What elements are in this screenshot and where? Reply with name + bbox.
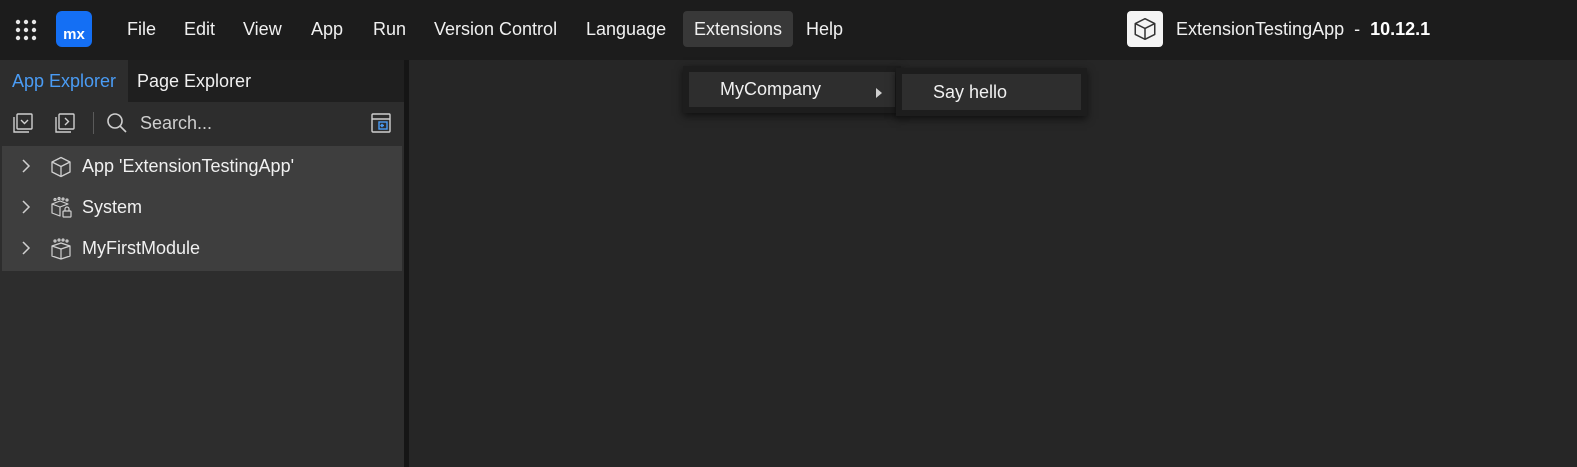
tab-page-explorer[interactable]: Page Explorer [125, 60, 263, 102]
tree-item-myfirstmodule[interactable]: MyFirstModule [2, 228, 402, 269]
app-explorer-panel: App Explorer Page Explorer Search... App… [0, 60, 404, 467]
mendix-logo: mx [56, 11, 92, 47]
tree-item-app[interactable]: App 'ExtensionTestingApp' [2, 146, 402, 187]
explorer-tabs: App Explorer Page Explorer [0, 60, 404, 102]
module-icon [49, 237, 73, 261]
system-module-icon [49, 196, 73, 220]
menu-view[interactable]: View [232, 11, 293, 47]
app-name: ExtensionTestingApp [1176, 18, 1345, 39]
menu-edit[interactable]: Edit [173, 11, 226, 47]
toolbar-divider [93, 112, 94, 134]
app-launcher-grid-icon[interactable] [15, 19, 37, 41]
menu-version-control[interactable]: Version Control [423, 11, 568, 47]
submenu-arrow-icon [875, 85, 883, 98]
app-cube-icon[interactable] [1127, 11, 1163, 47]
menu-item-say-hello[interactable]: Say hello [902, 74, 1081, 110]
collapse-all-icon[interactable] [12, 112, 34, 134]
mycompany-submenu: Say hello [896, 68, 1087, 116]
extensions-dropdown: MyCompany [683, 66, 901, 113]
menu-extensions[interactable]: Extensions [683, 11, 794, 47]
menu-run[interactable]: Run [362, 11, 417, 47]
app-title: ExtensionTestingApp - 10.12.1 [1127, 11, 1430, 47]
explorer-toolbar [0, 102, 404, 144]
menu-help[interactable]: Help [795, 11, 854, 47]
top-bar: mx File Edit View App Run Version Contro… [0, 0, 1577, 60]
chevron-right-icon[interactable] [19, 158, 33, 174]
menu-app[interactable]: App [300, 11, 354, 47]
search-input[interactable] [140, 110, 360, 136]
title-separator: - [1354, 18, 1361, 39]
menu-language[interactable]: Language [575, 11, 677, 47]
search-icon [106, 112, 128, 134]
menu-item-mycompany[interactable]: MyCompany [689, 72, 895, 107]
tree-item-label: App 'ExtensionTestingApp' [82, 156, 295, 176]
panel-splitter[interactable] [404, 60, 409, 467]
tree-item-label: System [82, 197, 143, 217]
tree-item-label: MyFirstModule [82, 238, 201, 258]
chevron-right-icon[interactable] [19, 199, 33, 215]
menu-item-label: MyCompany [720, 79, 822, 99]
tab-app-explorer[interactable]: App Explorer [0, 60, 129, 102]
menu-file[interactable]: File [116, 11, 167, 47]
chevron-right-icon[interactable] [19, 240, 33, 256]
select-in-explorer-icon[interactable] [370, 112, 392, 134]
explorer-tree: App 'ExtensionTestingApp' System MyFirst… [2, 146, 402, 271]
tree-item-system[interactable]: System [2, 187, 402, 228]
expand-all-icon[interactable] [54, 112, 76, 134]
app-version: 10.12.1 [1370, 18, 1431, 39]
cube-icon [49, 155, 73, 179]
menu-item-label: Say hello [933, 82, 1008, 102]
